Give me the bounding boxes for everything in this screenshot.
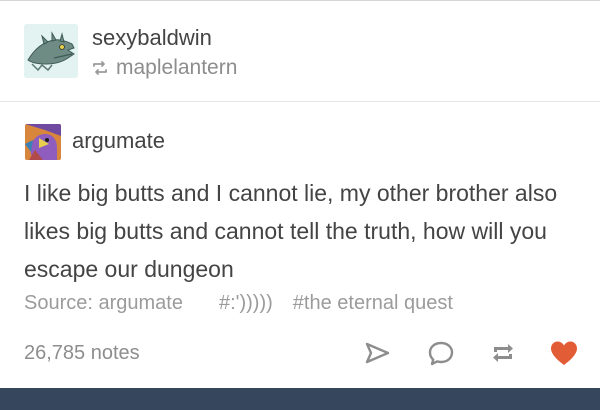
bottom-navigation-bar [0,388,600,410]
reblog-icon [93,61,107,75]
post-header: sexybaldwin maplelantern [0,0,600,102]
poster-avatar[interactable] [24,24,78,78]
header-divider [0,101,600,102]
heart-icon [551,341,577,365]
reblogged-from-username[interactable]: maplelantern [116,56,237,80]
reblogged-from-row[interactable]: maplelantern [90,56,237,80]
post-body-line: escape our dungeon [24,256,234,282]
reply-button[interactable] [424,336,458,370]
post-body-line: likes big butts and cannot tell the trut… [24,218,547,244]
dragon-avatar-icon [24,24,78,78]
reblog-button[interactable] [486,336,520,370]
source-and-tags: Source: argumate #:'))))) #the eternal q… [24,288,453,318]
source-link[interactable]: Source: argumate [24,292,183,315]
like-button[interactable] [547,336,581,370]
post-actions [0,336,600,370]
bird-avatar-icon [25,124,61,160]
speech-bubble-icon [428,341,454,366]
tag-link[interactable]: #:'))))) [219,292,273,315]
paper-plane-icon [365,342,390,364]
post-body-line: I like big butts and I cannot lie, my ot… [24,180,558,206]
author-avatar[interactable] [25,124,61,160]
reblog-action-icon [493,344,513,362]
tag-link[interactable]: #the eternal quest [293,292,453,315]
send-button[interactable] [360,336,394,370]
author-username[interactable]: argumate [72,128,165,154]
post-body: I like big butts and I cannot lie, my ot… [24,174,584,288]
poster-username[interactable]: sexybaldwin [92,26,212,50]
